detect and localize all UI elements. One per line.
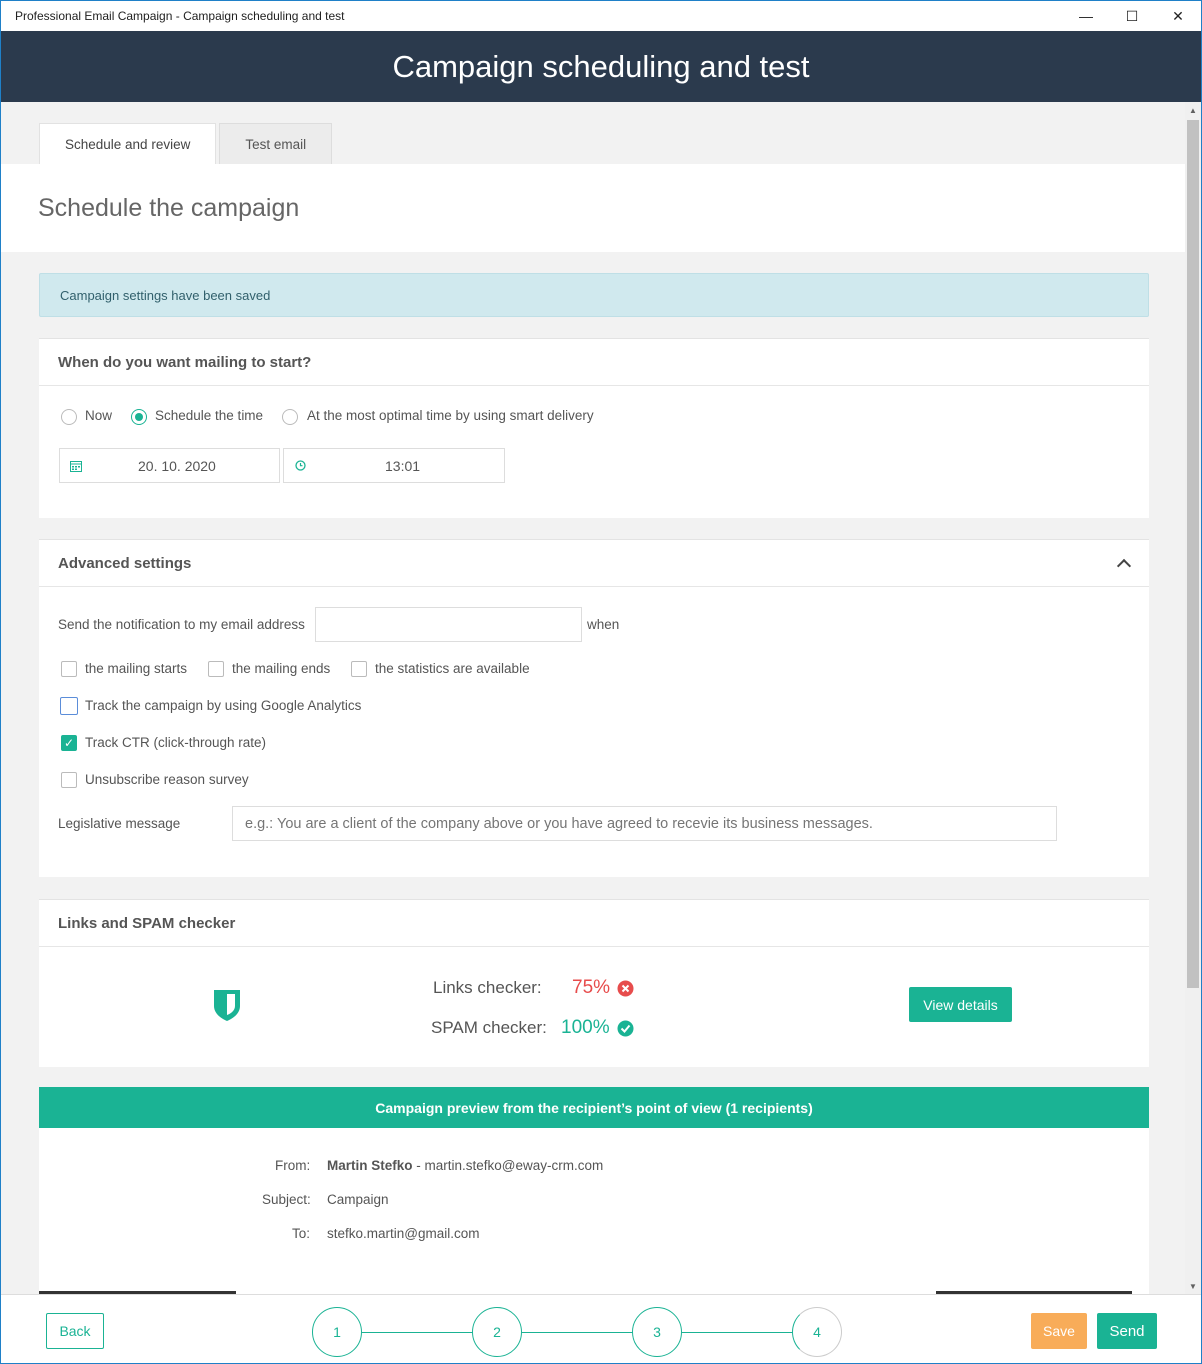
radio-schedule-time-label: Schedule the time: [155, 408, 264, 423]
checkbox-mailing-ends-label: the mailing ends: [232, 661, 331, 676]
spam-checker-value: 100%: [561, 1017, 610, 1038]
step-connector: [362, 1332, 473, 1333]
links-checker-label: Links checker:: [433, 978, 542, 997]
checkbox-google-analytics-label: Track the campaign by using Google Analy…: [85, 698, 362, 713]
from-label: From:: [275, 1158, 311, 1173]
page-title: Schedule the campaign: [38, 194, 300, 222]
vertical-scrollbar[interactable]: ▲ ▼: [1185, 102, 1201, 1294]
wizard-footer: Back 1 2 3 4 Save Send: [1, 1294, 1201, 1363]
legislative-message-input[interactable]: [232, 806, 1057, 841]
wizard-step-1[interactable]: 1: [312, 1307, 362, 1357]
radio-now-label: Now: [85, 408, 113, 423]
close-button[interactable]: ✕: [1155, 1, 1201, 31]
main-content: Schedule the campaign Schedule and revie…: [1, 102, 1185, 1294]
checkbox-track-ctr[interactable]: ✓: [61, 735, 77, 751]
minimize-button[interactable]: —: [1063, 1, 1109, 31]
checkbox-mailing-starts[interactable]: [61, 661, 77, 677]
links-checker-value: 75%: [572, 977, 611, 998]
subject-label: Subject:: [262, 1192, 311, 1207]
when-section-title: When do you want mailing to start?: [39, 339, 1149, 386]
campaign-preview-header: Campaign preview from the recipient’s po…: [39, 1087, 1149, 1128]
wizard-step-2[interactable]: 2: [472, 1307, 522, 1357]
advanced-settings-header[interactable]: Advanced settings: [39, 540, 1149, 587]
radio-now[interactable]: [61, 409, 77, 425]
step-connector: [682, 1332, 793, 1333]
spam-checker-label: SPAM checker:: [431, 1018, 547, 1037]
error-circle-icon: [617, 980, 634, 997]
view-details-button[interactable]: View details: [909, 987, 1012, 1022]
check-circle-icon: [617, 1020, 634, 1037]
notification-email-input[interactable]: [315, 607, 582, 642]
radio-smart-delivery[interactable]: [282, 409, 298, 425]
campaign-preview-title: Campaign preview from the recipient’s po…: [375, 1099, 813, 1116]
advanced-settings-section: Advanced settings Send the notification …: [39, 539, 1149, 877]
time-field[interactable]: 13:01: [283, 448, 505, 483]
radio-schedule-time[interactable]: [131, 409, 147, 425]
title-bar: Professional Email Campaign - Campaign s…: [1, 1, 1201, 31]
radio-smart-delivery-label: At the most optimal time by using smart …: [307, 408, 594, 423]
to-value: stefko.martin@gmail.com: [327, 1226, 480, 1241]
save-button[interactable]: Save: [1031, 1313, 1087, 1349]
legislative-message-label: Legislative message: [58, 816, 181, 831]
clock-icon: [295, 460, 306, 471]
saved-alert: Campaign settings have been saved: [39, 273, 1149, 317]
notification-label: Send the notification to my email addres…: [58, 617, 305, 632]
checkbox-track-ctr-label: Track CTR (click-through rate): [85, 735, 267, 750]
window-title: Professional Email Campaign - Campaign s…: [15, 9, 345, 23]
subject-value: Campaign: [327, 1192, 389, 1207]
chevron-up-icon[interactable]: [1116, 558, 1132, 574]
scrollbar-thumb[interactable]: [1187, 120, 1199, 988]
tab-test-email[interactable]: Test email: [219, 123, 333, 164]
to-label: To:: [292, 1226, 311, 1241]
from-email: - martin.stefko@eway-crm.com: [412, 1158, 604, 1173]
tab-schedule-and-review[interactable]: Schedule and review: [39, 123, 217, 164]
checkbox-mailing-starts-label: the mailing starts: [85, 661, 188, 676]
links-spam-checker-section: Links and SPAM checker Links checker: 75…: [39, 899, 1149, 1067]
app-window: Professional Email Campaign - Campaign s…: [0, 0, 1202, 1364]
calendar-icon: [70, 460, 82, 472]
page-header: Campaign scheduling and test: [1, 31, 1201, 102]
from-value: Martin Stefko - martin.stefko@eway-crm.c…: [327, 1158, 603, 1173]
page-title-panel: Schedule the campaign: [1, 164, 1185, 252]
checker-title: Links and SPAM checker: [39, 900, 1149, 947]
notification-when-label: when: [587, 617, 620, 632]
date-value: 20. 10. 2020: [138, 457, 216, 474]
from-name: Martin Stefko: [327, 1158, 413, 1173]
when-section: When do you want mailing to start? Now S…: [39, 338, 1149, 518]
header-title: Campaign scheduling and test: [392, 48, 810, 84]
checkbox-mailing-ends[interactable]: [208, 661, 224, 677]
time-value: 13:01: [385, 457, 421, 474]
checkbox-unsubscribe-survey[interactable]: [61, 772, 77, 788]
scroll-up-icon[interactable]: ▲: [1185, 102, 1201, 118]
scroll-down-icon[interactable]: ▼: [1185, 1278, 1201, 1294]
back-button[interactable]: Back: [46, 1313, 104, 1349]
checkbox-statistics-available-label: the statistics are available: [375, 661, 530, 676]
shield-icon: [214, 990, 240, 1021]
wizard-step-4[interactable]: 4: [792, 1307, 842, 1357]
step-connector: [522, 1332, 633, 1333]
alert-text: Campaign settings have been saved: [60, 287, 271, 303]
wizard-step-3[interactable]: 3: [632, 1307, 682, 1357]
send-button[interactable]: Send: [1097, 1313, 1157, 1349]
checkbox-unsubscribe-survey-label: Unsubscribe reason survey: [85, 772, 249, 787]
advanced-settings-title: Advanced settings: [58, 554, 192, 572]
checkbox-statistics-available[interactable]: [351, 661, 367, 677]
campaign-preview-body: From: Martin Stefko - martin.stefko@eway…: [39, 1128, 1149, 1294]
date-field[interactable]: 20. 10. 2020: [59, 448, 280, 483]
tab-bar: Schedule and review Test email: [39, 123, 335, 164]
maximize-button[interactable]: ☐: [1109, 1, 1155, 31]
checkbox-google-analytics[interactable]: [60, 697, 78, 715]
